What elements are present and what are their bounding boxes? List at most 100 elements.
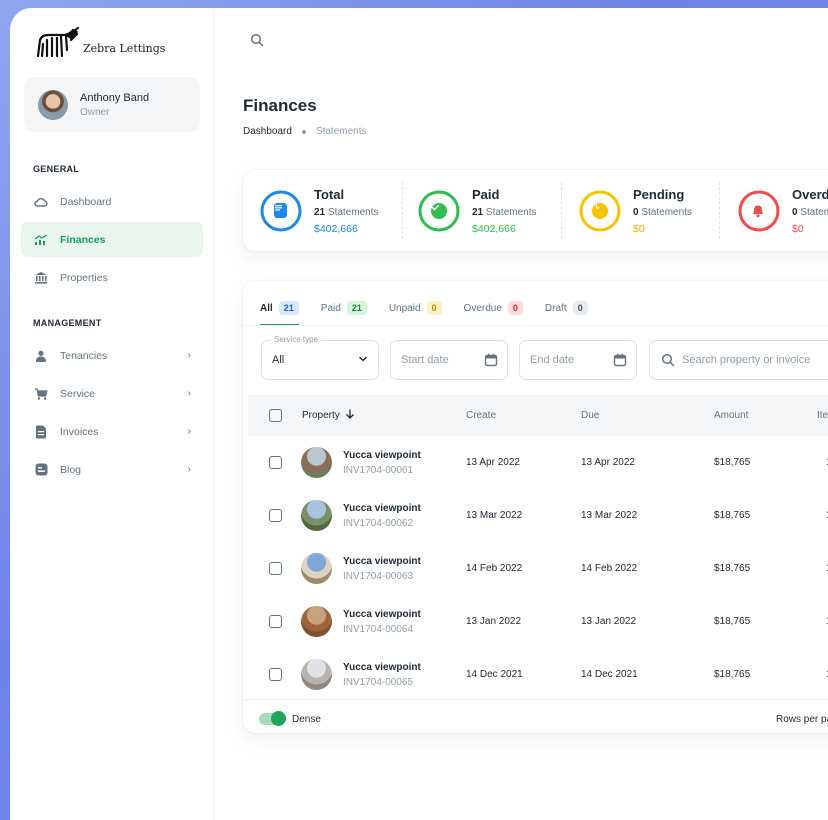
invoice-number: INV1704-00061: [343, 464, 414, 476]
sidebar-item-service[interactable]: Service ›: [21, 376, 203, 411]
stat-title: Pending: [633, 186, 685, 202]
chevron-right-icon: ›: [187, 426, 191, 437]
property-name[interactable]: Yucca viewpoint: [343, 450, 421, 461]
row-checkbox[interactable]: [269, 509, 282, 522]
divider: [402, 182, 403, 239]
service-type-select[interactable]: Service type All: [261, 335, 379, 380]
sidebar-item-label: Dashboard: [60, 195, 112, 208]
sidebar-item-tenancies[interactable]: Tenancies ›: [21, 338, 203, 373]
table-row[interactable]: Yucca viewpoint INV1704-00063 14 Feb 202…: [248, 542, 828, 595]
status-tabs: All 21 Paid 21 Unpaid 0 Overdue 0 Draft …: [260, 291, 610, 326]
sidebar-item-blog[interactable]: Blog ›: [21, 452, 203, 487]
invoice-number: INV1704-00063: [343, 570, 414, 582]
row-checkbox[interactable]: [269, 456, 282, 469]
row-checkbox[interactable]: [269, 562, 282, 575]
invoice-number: INV1704-00062: [343, 517, 414, 529]
table-row[interactable]: Yucca viewpoint INV1704-00064 13 Jan 202…: [248, 595, 828, 648]
search-icon: [661, 353, 675, 370]
sidebar-item-properties[interactable]: Properties: [21, 260, 203, 295]
count-badge: 0: [426, 301, 442, 315]
calendar-icon[interactable]: [484, 353, 498, 370]
invoice-number: INV1704-00064: [343, 623, 414, 635]
row-checkbox[interactable]: [269, 668, 282, 681]
tab-overdue[interactable]: Overdue 0: [464, 291, 523, 325]
sidebar-item-invoices[interactable]: Invoices ›: [21, 414, 203, 449]
search-input[interactable]: Search property or invoice: [649, 340, 828, 380]
tab-draft[interactable]: Draft 0: [545, 291, 588, 325]
document-icon: [34, 425, 48, 439]
calendar-icon[interactable]: [613, 353, 627, 370]
stat-count: 0 Statements: [633, 206, 692, 218]
sidebar-item-label: Invoices: [60, 425, 99, 438]
sidebar-item-label: Service: [60, 387, 96, 400]
column-header-create[interactable]: Create: [466, 410, 496, 421]
sidebar-item-label: Properties: [60, 271, 108, 284]
clock-icon: [592, 202, 608, 219]
user-name: Anthony Band: [80, 91, 150, 104]
sidebar-item-label: Blog: [60, 463, 82, 476]
create-date: 13 Apr 2022: [466, 457, 520, 468]
create-date: 14 Dec 2021: [466, 669, 523, 680]
tab-all[interactable]: All 21: [260, 291, 299, 326]
breadcrumb-dashboard[interactable]: Dashboard: [243, 126, 292, 137]
stat-paid[interactable]: Paid 21 Statements $402,666: [418, 170, 537, 251]
service-type-label: Service type: [271, 335, 322, 344]
tab-unpaid[interactable]: Unpaid 0: [389, 291, 442, 325]
nav-header-general: GENERAL: [33, 164, 80, 174]
table-row[interactable]: Yucca viewpoint INV1704-00065 14 Dec 202…: [248, 648, 828, 701]
dense-label: Dense: [292, 714, 321, 725]
breadcrumb: Dashboard Statements: [243, 126, 367, 137]
create-date: 14 Feb 2022: [466, 563, 523, 574]
chevron-down-icon: [357, 353, 369, 368]
chevron-right-icon: ›: [187, 388, 191, 399]
table-row[interactable]: Yucca viewpoint INV1704-00062 13 Mar 202…: [248, 489, 828, 542]
app-window: Zebra Lettings Anthony Band Owner GENERA…: [10, 8, 828, 820]
stat-amount: $402,666: [314, 222, 358, 235]
property-thumbnail: [301, 553, 332, 584]
stat-count: 0 Statements: [792, 206, 828, 218]
amount: $18,765: [714, 457, 751, 468]
user-card[interactable]: Anthony Band Owner: [24, 77, 200, 132]
divider: [561, 182, 562, 239]
breadcrumb-separator: [301, 129, 306, 134]
tab-paid[interactable]: Paid 21: [321, 291, 367, 325]
end-date-placeholder: End date: [530, 354, 575, 366]
stat-total[interactable]: Total 21 Statements $402,666: [260, 170, 379, 251]
select-all-checkbox[interactable]: [269, 409, 282, 422]
property-name[interactable]: Yucca viewpoint: [343, 609, 421, 620]
property-name[interactable]: Yucca viewpoint: [343, 556, 421, 567]
stat-amount: $0: [633, 222, 645, 235]
brand-logo[interactable]: Zebra Lettings: [34, 26, 165, 62]
stat-count: 21 Statements: [314, 206, 379, 218]
property-thumbnail: [301, 500, 332, 531]
column-header-amount[interactable]: Amount: [714, 410, 748, 421]
due-date: 14 Feb 2022: [581, 563, 638, 574]
search-icon[interactable]: [250, 33, 264, 52]
search-placeholder: Search property or invoice: [682, 354, 811, 366]
progress-ring: [260, 190, 302, 232]
count-badge: 21: [278, 301, 299, 315]
breadcrumb-statements: Statements: [315, 126, 367, 137]
column-header-property[interactable]: Property: [302, 409, 355, 422]
column-header-due[interactable]: Due: [581, 410, 599, 421]
cart-icon: [34, 387, 48, 401]
start-date-input[interactable]: Start date: [390, 340, 508, 380]
stat-pending[interactable]: Pending 0 Statements $0: [579, 170, 692, 251]
count-badge: 0: [572, 301, 588, 315]
chevron-right-icon: ›: [187, 350, 191, 361]
sidebar-item-dashboard[interactable]: Dashboard: [21, 184, 203, 219]
column-header-items[interactable]: Items: [817, 410, 828, 421]
stat-overdue[interactable]: Overdue 0 Statements $0: [738, 170, 828, 251]
stat-count: 21 Statements: [472, 206, 537, 218]
dense-toggle[interactable]: [259, 711, 286, 726]
row-checkbox[interactable]: [269, 615, 282, 628]
stat-title: Paid: [472, 186, 500, 202]
service-type-value: All: [272, 354, 285, 366]
end-date-input[interactable]: End date: [519, 340, 637, 380]
due-date: 13 Apr 2022: [581, 457, 635, 468]
sidebar-item-finances[interactable]: Finances: [21, 222, 203, 257]
property-name[interactable]: Yucca viewpoint: [343, 662, 421, 673]
invoice-number: INV1704-00065: [343, 676, 414, 688]
table-row[interactable]: Yucca viewpoint INV1704-00061 13 Apr 202…: [248, 436, 828, 489]
property-name[interactable]: Yucca viewpoint: [343, 503, 421, 514]
